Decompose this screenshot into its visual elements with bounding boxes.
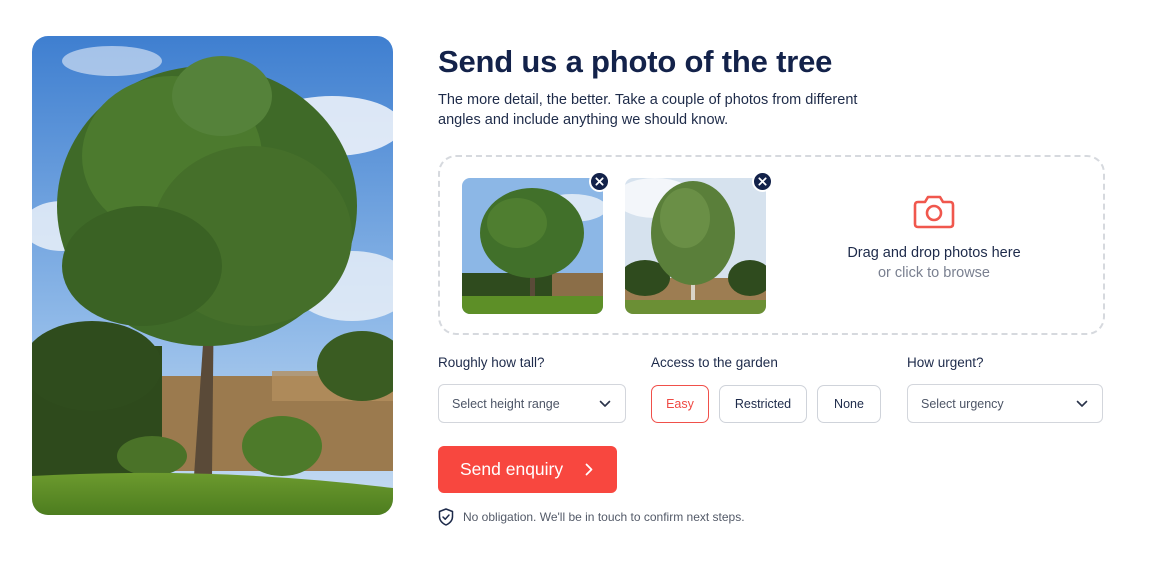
chevron-down-icon xyxy=(599,400,611,407)
page-subtitle: The more detail, the better. Take a coup… xyxy=(438,92,858,128)
uploaded-photo-thumbnail xyxy=(625,171,773,314)
upload-prompt-subtitle: or click to browse xyxy=(877,265,990,281)
access-label: Access to the garden xyxy=(651,355,778,370)
access-option-restricted[interactable]: Restricted xyxy=(719,385,807,423)
send-enquiry-label: Send enquiry xyxy=(460,459,564,479)
upload-prompt[interactable]: Drag and drop photos here or click to br… xyxy=(828,193,1040,281)
reassurance-note: No obligation. We'll be in touch to conf… xyxy=(438,508,745,526)
shield-check-icon xyxy=(438,508,454,526)
urgency-select-placeholder: Select urgency xyxy=(921,396,1004,411)
send-enquiry-button[interactable]: Send enquiry xyxy=(438,446,617,493)
chevron-right-icon xyxy=(585,463,593,476)
upload-prompt-title: Drag and drop photos here xyxy=(847,245,1021,261)
height-label: Roughly how tall? xyxy=(438,355,545,370)
photo-dropzone[interactable]: Drag and drop photos here or click to br… xyxy=(438,155,1105,335)
access-option-easy[interactable]: Easy xyxy=(651,385,709,423)
access-option-none[interactable]: None xyxy=(817,385,881,423)
reassurance-text: No obligation. We'll be in touch to conf… xyxy=(463,510,745,524)
hero-tree-photo xyxy=(32,36,393,515)
remove-photo-button[interactable] xyxy=(752,171,773,192)
close-icon xyxy=(595,177,604,186)
camera-icon xyxy=(913,195,955,229)
height-select[interactable]: Select height range xyxy=(438,384,626,423)
urgency-label: How urgent? xyxy=(907,355,984,370)
urgency-select[interactable]: Select urgency xyxy=(907,384,1103,423)
page-title: Send us a photo of the tree xyxy=(438,44,833,79)
height-select-placeholder: Select height range xyxy=(452,396,560,411)
remove-photo-button[interactable] xyxy=(589,171,610,192)
chevron-down-icon xyxy=(1076,400,1088,407)
close-icon xyxy=(758,177,767,186)
uploaded-photo-thumbnail xyxy=(462,171,610,314)
